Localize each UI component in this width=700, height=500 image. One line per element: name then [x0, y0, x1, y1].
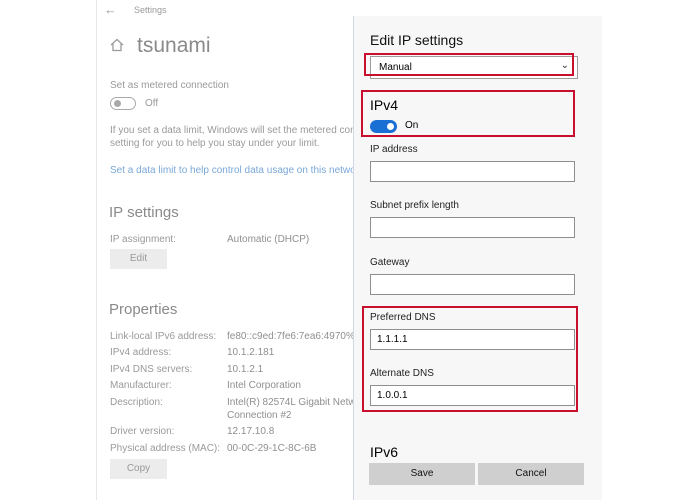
- gateway-label: Gateway: [370, 257, 410, 268]
- ip-settings-heading: IP settings: [109, 204, 179, 221]
- subnet-input[interactable]: [370, 217, 575, 238]
- ip-assignment-label: IP assignment:: [110, 234, 176, 245]
- ip-address-input[interactable]: [370, 161, 575, 182]
- preferred-dns-label: Preferred DNS: [370, 312, 436, 323]
- prop-value: Intel(R) 82574L Gigabit Netwo: [227, 397, 362, 408]
- ipv6-heading: IPv6: [370, 444, 399, 460]
- ip-mode-value: Manual: [379, 62, 412, 73]
- prop-value: 00-0C-29-1C-8C-6B: [227, 443, 317, 454]
- prop-value: Connection #2: [227, 410, 292, 421]
- prop-label: IPv4 address:: [110, 347, 172, 358]
- metered-state: Off: [145, 98, 159, 109]
- preferred-dns-value: 1.1.1.1: [377, 334, 408, 345]
- ipv4-heading: IPv4: [370, 97, 399, 113]
- chevron-down-icon: ⌄: [560, 60, 569, 71]
- properties-heading: Properties: [109, 301, 178, 318]
- data-limit-text-2: setting for you to help you stay under y…: [110, 138, 320, 149]
- data-limit-text-1: If you set a data limit, Windows will se…: [110, 125, 362, 136]
- alternate-dns-label: Alternate DNS: [370, 368, 434, 379]
- prop-value: 10.1.2.181: [227, 347, 275, 358]
- cancel-button[interactable]: Cancel: [478, 463, 584, 485]
- prop-label: Driver version:: [110, 426, 175, 437]
- ipv4-toggle-state: On: [405, 120, 419, 131]
- ip-address-label: IP address: [370, 144, 418, 155]
- save-button[interactable]: Save: [369, 463, 475, 485]
- prop-label: IPv4 DNS servers:: [110, 364, 193, 375]
- preferred-dns-input[interactable]: 1.1.1.1: [370, 329, 575, 350]
- prop-label: Description:: [110, 397, 163, 408]
- alternate-dns-input[interactable]: 1.0.0.1: [370, 385, 575, 406]
- edit-ip-settings-dialog: Edit IP settings Manual ⌄ IPv4 On IP add…: [353, 16, 602, 500]
- left-margin: [0, 0, 96, 500]
- metered-toggle[interactable]: [110, 97, 136, 110]
- ip-mode-select[interactable]: Manual ⌄: [370, 56, 578, 79]
- prop-value: fe80::c9ed:7fe6:7ea6:4970%6: [227, 331, 361, 342]
- dialog-title: Edit IP settings: [370, 32, 464, 48]
- window-title: Settings: [134, 5, 167, 15]
- metered-label: Set as metered connection: [110, 80, 229, 91]
- prop-label: Manufacturer:: [110, 380, 172, 391]
- alternate-dns-value: 1.0.0.1: [377, 390, 408, 401]
- prop-value: 10.1.2.1: [227, 364, 264, 375]
- ip-assignment-value: Automatic (DHCP): [227, 234, 310, 245]
- edit-button[interactable]: Edit: [110, 249, 167, 269]
- back-arrow-icon[interactable]: ←: [104, 2, 117, 17]
- copy-button[interactable]: Copy: [110, 459, 167, 479]
- prop-label: Link-local IPv6 address:: [110, 331, 217, 342]
- ipv4-toggle[interactable]: [370, 120, 397, 133]
- prop-value: 12.17.10.8: [227, 426, 275, 437]
- gateway-input[interactable]: [370, 274, 575, 295]
- prop-value: Intel Corporation: [227, 380, 301, 391]
- home-icon: [109, 37, 125, 53]
- pane-divider: [96, 0, 97, 500]
- network-name: tsunami: [137, 34, 211, 57]
- prop-label: Physical address (MAC):: [110, 443, 221, 454]
- subnet-label: Subnet prefix length: [370, 200, 459, 211]
- data-limit-link[interactable]: Set a data limit to help control data us…: [110, 165, 356, 176]
